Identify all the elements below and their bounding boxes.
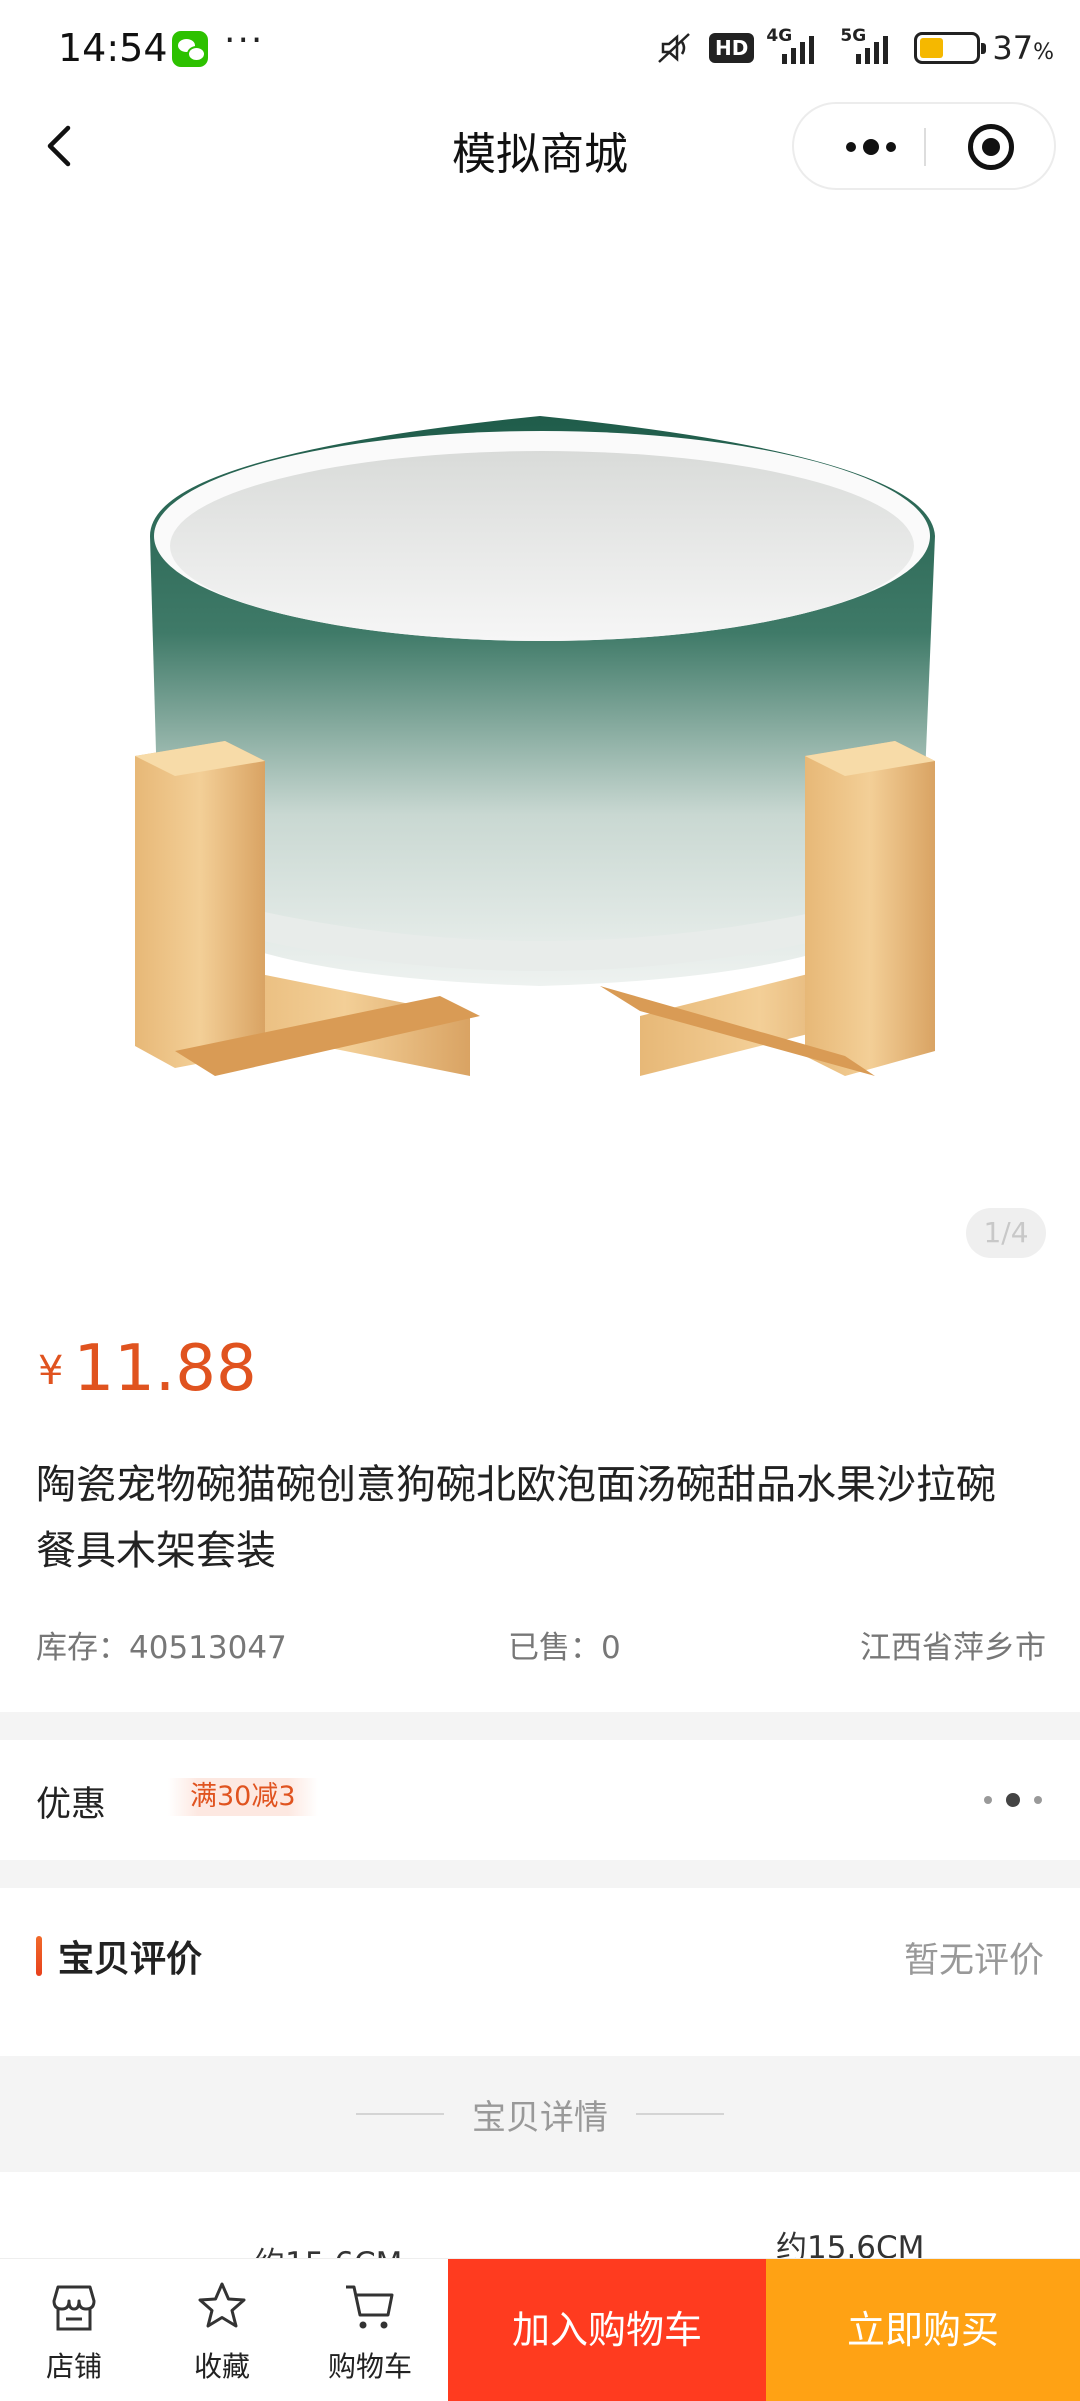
shop-label: 店铺 [45, 2350, 102, 2383]
status-bar: 14:54 ··· HD 4G 5G 37% [0, 0, 1080, 96]
product-meta: 库存：40513047 已售：0 江西省萍乡市 [36, 1622, 1046, 1672]
ship-location: 江西省萍乡市 [860, 1630, 1046, 1666]
discount-label: 优惠 [36, 1785, 107, 1825]
dimension-label-right: 约15.6CM [776, 2230, 925, 2260]
dimension-label-left: 约15.6CM [254, 2238, 402, 2260]
buy-now-button[interactable]: 立即购买 [766, 2259, 1080, 2401]
star-icon [198, 2282, 246, 2328]
product-title: 陶瓷宠物碗猫碗创意狗碗北欧泡面汤碗甜品水果沙拉碗餐具木架套装 [36, 1462, 996, 1574]
more-menu-icon[interactable] [824, 104, 934, 188]
reviews-empty-text: 暂无评价 [903, 1941, 1044, 1981]
mute-icon [658, 33, 690, 63]
status-more-indicator: ··· [224, 20, 265, 61]
battery-icon [914, 32, 987, 64]
hd-icon: HD [709, 33, 755, 63]
favorite-label: 收藏 [193, 2350, 250, 2383]
bottom-action-bar: 店铺 收藏 购物车 加入购物车 立即购买 [0, 2258, 1080, 2401]
more-dots-icon[interactable] [980, 1792, 1050, 1808]
cart-tab[interactable]: 购物车 [296, 2259, 444, 2401]
favorite-tab[interactable]: 收藏 [148, 2259, 296, 2401]
sold-count: 已售：0 [508, 1630, 621, 1666]
details-header: 宝贝详情 [0, 2056, 1080, 2172]
currency-symbol: ¥ [38, 1348, 64, 1394]
nav-bar: 模拟商城 [0, 96, 1080, 196]
image-page-indicator: 1/4 [966, 1208, 1046, 1258]
signal-5g-icon: 5G [840, 26, 902, 66]
cart-icon [346, 2285, 394, 2329]
shop-tab[interactable]: 店铺 [0, 2259, 148, 2401]
discount-badge: 满30减3 [168, 1778, 318, 1816]
details-content: 约15.6CM 约15.6CM [0, 2172, 1080, 2260]
section-divider [0, 1712, 1080, 1740]
details-line-right [636, 2113, 724, 2115]
capsule-divider [924, 128, 926, 166]
product-image[interactable] [0, 196, 1080, 1276]
details-title: 宝贝详情 [472, 2098, 608, 2138]
stock-count: 库存：40513047 [36, 1630, 287, 1666]
status-time: 14:54 [58, 26, 168, 70]
close-miniprogram-icon[interactable] [968, 124, 1014, 170]
add-to-cart-button[interactable]: 加入购物车 [448, 2259, 766, 2401]
product-price: ¥11.88 [38, 1332, 257, 1406]
signal-4g-icon: 4G [766, 26, 828, 66]
shop-icon [52, 2285, 96, 2331]
cart-label: 购物车 [327, 2350, 412, 2383]
price-value: 11.88 [73, 1332, 257, 1406]
miniprogram-capsule [792, 102, 1056, 190]
battery-percent: 37% [992, 29, 1054, 67]
section-accent-bar [36, 1936, 42, 1976]
reviews-title: 宝贝评价 [58, 1939, 203, 1980]
section-divider [0, 1860, 1080, 1888]
wechat-icon [172, 31, 208, 67]
reviews-section[interactable]: 宝贝评价 暂无评价 [0, 1888, 1080, 2056]
discount-row[interactable]: 优惠 满30减3 [0, 1740, 1080, 1860]
bowl-illustration [135, 416, 935, 1076]
status-indicators: HD 4G 5G 37% [653, 26, 1054, 68]
